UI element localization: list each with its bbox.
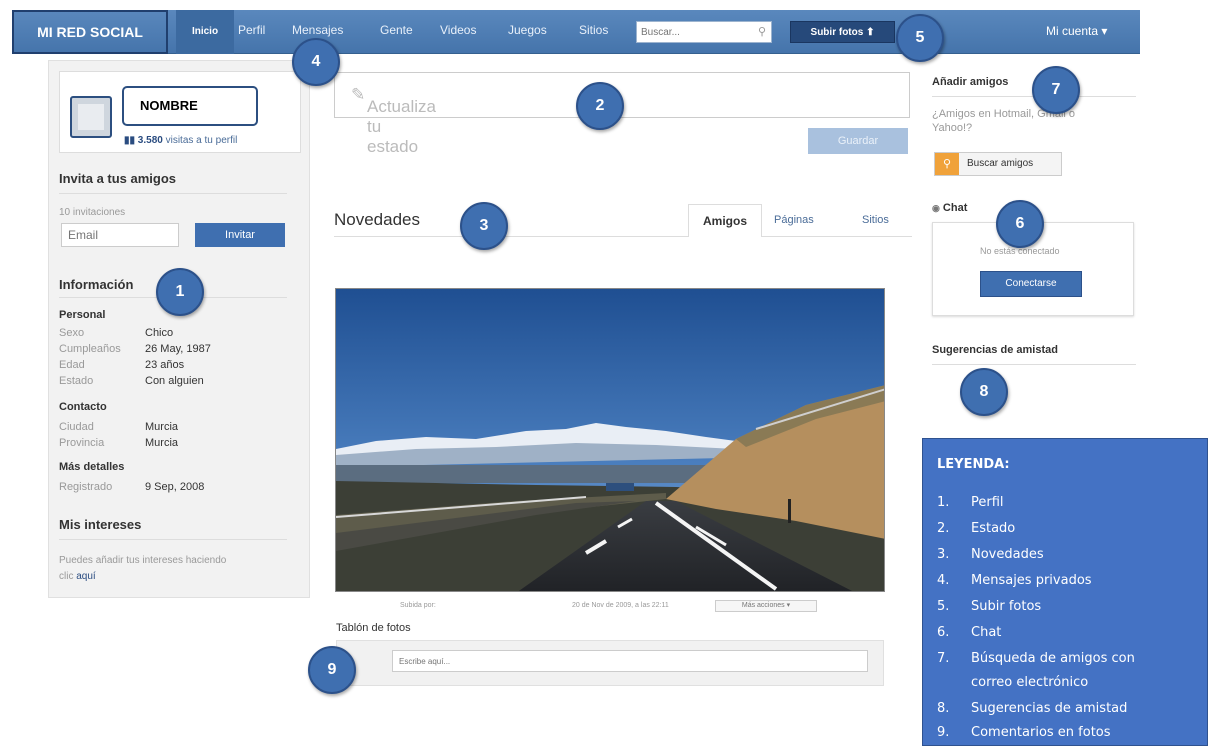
info-contact-title: Contacto — [59, 401, 107, 413]
invite-title: Invita a tus amigos — [59, 171, 177, 186]
legend-item: 8. Sugerencias de amistad — [937, 701, 1128, 716]
legend-item: 9. Comentarios en fotos — [937, 725, 1111, 740]
save-status-button[interactable]: Guardar — [808, 128, 908, 154]
search-icon: ⚲ — [935, 153, 959, 175]
info-details-title: Más detalles — [59, 461, 125, 473]
legend-item: 2. Estado — [937, 521, 1016, 536]
invite-button[interactable]: Invitar — [195, 223, 285, 247]
visits-label: visitas a tu perfil — [165, 135, 238, 146]
annotation-badge-6: 6 — [996, 200, 1044, 248]
annotation-badge-4: 4 — [292, 38, 340, 86]
more-actions-dropdown[interactable]: Más acciones ▾ — [715, 600, 817, 612]
bar-chart-icon: ▮▮ — [124, 135, 136, 146]
search-input[interactable] — [641, 23, 751, 41]
interests-text: Puedes añadir tus intereses haciendo — [59, 555, 227, 566]
divider — [59, 539, 287, 540]
nav-item-videos[interactable]: Videos — [440, 23, 476, 37]
nav-item-perfil[interactable]: Perfil — [238, 23, 265, 37]
tab-paginas[interactable]: Páginas — [774, 214, 814, 226]
divider — [334, 236, 912, 237]
search-icon[interactable]: ⚲ — [758, 25, 766, 38]
find-friends-label: Buscar amigos — [967, 158, 1034, 169]
add-friends-title: Añadir amigos — [932, 76, 1009, 88]
search-field[interactable]: ⚲ — [636, 21, 772, 43]
interests-text-line2: clic aquí — [59, 571, 96, 582]
road-landscape-image — [336, 289, 884, 591]
profile-name[interactable]: NOMBRE — [140, 98, 198, 113]
legend-title: LEYENDA: — [937, 457, 1010, 472]
news-photo[interactable] — [335, 288, 885, 592]
account-menu[interactable]: Mi cuenta ▾ — [1046, 24, 1107, 38]
top-nav-bar: MI RED SOCIAL Inicio Perfil Mensajes Gen… — [12, 10, 1140, 54]
profile-visits: ▮▮ 3.580 visitas a tu perfil — [124, 135, 237, 146]
nav-item-inicio[interactable]: Inicio — [176, 10, 234, 54]
annotation-badge-9: 9 — [308, 646, 356, 694]
friend-suggestions-title: Sugerencias de amistad — [932, 344, 1058, 356]
news-title: Novedades — [334, 210, 421, 229]
info-row: Estado Con alguien — [59, 375, 204, 387]
add-friends-text-line2: Yahoo!? — [932, 122, 973, 134]
divider — [59, 193, 287, 194]
interests-link[interactable]: aquí — [76, 571, 95, 582]
info-row: Sexo Chico — [59, 327, 174, 339]
visits-count: 3.580 — [137, 135, 163, 146]
profile-card: NOMBRE ▮▮ 3.580 visitas a tu perfil — [59, 71, 301, 153]
legend-item: 5. Subir fotos — [937, 599, 1042, 614]
tab-sitios[interactable]: Sitios — [862, 214, 889, 226]
chat-title: ◉ Chat — [932, 202, 968, 214]
email-field[interactable] — [61, 223, 179, 247]
profile-name-box: NOMBRE — [122, 86, 258, 126]
annotation-badge-1: 1 — [156, 268, 204, 316]
find-friends-button[interactable]: ⚲ Buscar amigos — [934, 152, 1062, 176]
status-dot-icon: ◉ — [932, 203, 940, 213]
left-sidebar: NOMBRE ▮▮ 3.580 visitas a tu perfil Invi… — [48, 60, 310, 598]
annotation-badge-5: 5 — [896, 14, 944, 62]
info-row: Edad 23 años — [59, 359, 185, 371]
legend-item: 3. Novedades — [937, 547, 1044, 562]
info-row: Registrado 9 Sep, 2008 — [59, 481, 205, 493]
photo-wall-title: Tablón de fotos — [336, 622, 411, 634]
annotation-badge-3: 3 — [460, 202, 508, 250]
info-personal-title: Personal — [59, 309, 106, 321]
legend-panel: LEYENDA: 1. Perfil 2. Estado 3. Novedades 4… — [922, 438, 1208, 746]
nav-item-gente[interactable]: Gente — [380, 23, 413, 37]
avatar[interactable] — [70, 96, 112, 138]
brand-logo[interactable]: MI RED SOCIAL — [12, 10, 168, 54]
legend-item: 1. Perfil — [937, 495, 1004, 510]
status-placeholder: ✎ Actualiza tu estado — [351, 85, 436, 156]
info-row: Ciudad Murcia — [59, 421, 179, 433]
annotation-badge-8: 8 — [960, 368, 1008, 416]
legend-item: correo electrónico — [971, 675, 1089, 690]
legend-item: 6. Chat — [937, 625, 1002, 640]
tab-amigos[interactable]: Amigos — [688, 204, 762, 237]
connect-chat-button[interactable]: Conectarse — [980, 271, 1082, 297]
photo-date: 20 de Nov de 2009, a las 22:11 — [572, 602, 669, 609]
legend-item: 7. Búsqueda de amigos con — [937, 651, 1135, 666]
legend-item: 4. Mensajes privados — [937, 573, 1092, 588]
photo-uploaded-by: Subida por: — [400, 602, 436, 609]
info-title: Información — [59, 277, 134, 292]
invitations-count: 10 invitaciones — [59, 207, 126, 218]
photo-comment-input[interactable] — [392, 650, 868, 672]
divider — [932, 364, 1136, 365]
nav-item-juegos[interactable]: Juegos — [508, 23, 547, 37]
nav-item-mensajes[interactable]: Mensajes — [292, 23, 343, 37]
info-row: Provincia Murcia — [59, 437, 179, 449]
annotation-badge-7: 7 — [1032, 66, 1080, 114]
annotation-badge-2: 2 — [576, 82, 624, 130]
info-row: Cumpleaños 26 May, 1987 — [59, 343, 211, 355]
nav-item-sitios[interactable]: Sitios — [579, 23, 608, 37]
interests-title: Mis intereses — [59, 517, 142, 532]
upload-photos-button[interactable]: Subir fotos ⬆ — [790, 21, 895, 43]
